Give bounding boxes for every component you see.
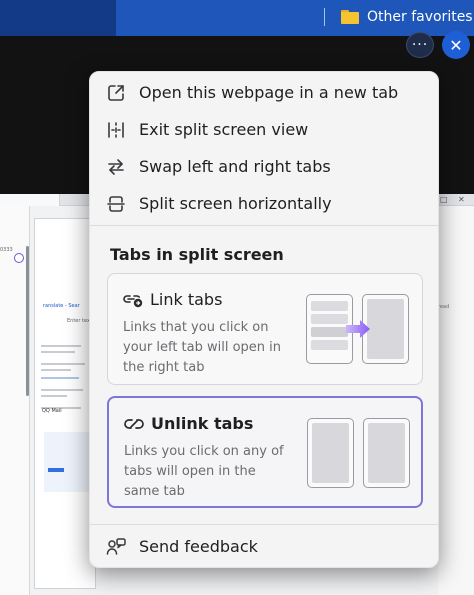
window-close-icon: ✕ <box>458 195 465 204</box>
menu-item-label: Open this webpage in a new tab <box>139 83 399 102</box>
background-mail-label: QQ Mail <box>42 408 62 414</box>
unlink-tabs-title: Unlink tabs <box>151 414 254 433</box>
exit-split-screen-icon <box>106 120 126 140</box>
close-icon: ✕ <box>449 35 463 55</box>
link-tabs-icon <box>122 291 144 309</box>
link-tabs-title: Link tabs <box>150 290 223 309</box>
favorites-separator <box>324 8 325 26</box>
menu-item-label: Swap left and right tabs <box>139 157 331 176</box>
background-mail-panel <box>44 432 90 492</box>
more-icon: ··· <box>411 37 429 53</box>
background-mail-button <box>48 468 64 472</box>
other-favorites-label: Other favorites <box>367 9 473 25</box>
background-text-line <box>41 351 75 353</box>
open-in-new-tab-icon <box>106 83 126 103</box>
background-number: 0333 <box>0 247 13 253</box>
unlink-tabs-title-row: Unlink tabs <box>123 414 253 433</box>
more-options-button[interactable]: ··· <box>406 32 434 58</box>
split-screen-menu: Open this webpage in a new tab Exit spli… <box>89 71 439 568</box>
unlink-tabs-option[interactable]: Unlink tabs Links you click on any of ta… <box>107 396 423 508</box>
split-screen-section-heading: Tabs in split screen <box>110 245 284 264</box>
background-enter-text: Enter tex <box>67 318 90 324</box>
background-search-snippet: ranslate - Sear <box>43 303 80 309</box>
background-text-line <box>41 369 71 371</box>
link-arrow-icon <box>346 320 370 338</box>
background-text-line <box>41 363 85 365</box>
split-horizontal-icon <box>106 194 126 214</box>
swap-arrows-icon <box>106 157 126 177</box>
menu-divider <box>90 524 438 525</box>
background-left-strip: 0333 <box>0 206 30 595</box>
background-right-snippet: read <box>438 304 450 310</box>
background-right-strip: read <box>438 206 474 595</box>
menu-item-label: Send feedback <box>139 537 258 556</box>
background-text-line <box>41 345 81 347</box>
background-text-line <box>41 377 79 379</box>
unlink-tabs-description: Links you click on any of tabs will open… <box>124 444 284 499</box>
illustration-right-panel <box>363 418 410 488</box>
background-scrollbar <box>26 246 29 396</box>
menu-item-swap-tabs[interactable]: Swap left and right tabs <box>90 148 438 185</box>
menu-item-exit-split-screen[interactable]: Exit split screen view <box>90 111 438 148</box>
menu-divider <box>90 225 438 226</box>
feedback-icon <box>106 537 126 557</box>
menu-item-split-horizontally[interactable]: Split screen horizontally <box>90 185 438 222</box>
link-tabs-title-row: Link tabs <box>122 290 222 309</box>
unlink-tabs-illustration <box>307 418 411 490</box>
link-tabs-illustration <box>306 294 410 366</box>
illustration-left-panel <box>307 418 354 488</box>
close-split-screen-button[interactable]: ✕ <box>442 31 470 59</box>
background-tab <box>0 194 60 206</box>
background-text-line <box>41 389 83 391</box>
maximize-icon: □ <box>440 195 448 204</box>
background-left-pane: ranslate - Sear Enter tex <box>34 218 96 589</box>
link-tabs-option[interactable]: Link tabs Links that you click on your l… <box>107 273 423 385</box>
menu-item-label: Exit split screen view <box>139 120 309 139</box>
menu-item-open-in-new-tab[interactable]: Open this webpage in a new tab <box>90 74 438 111</box>
favorites-bar-left-region <box>0 0 116 36</box>
background-profile-badge <box>14 253 24 263</box>
unlink-tabs-icon <box>123 415 145 433</box>
favorites-bar: Other favorites <box>0 0 474 36</box>
menu-item-label: Split screen horizontally <box>139 194 332 213</box>
menu-item-send-feedback[interactable]: Send feedback <box>90 528 438 565</box>
folder-icon <box>341 10 359 24</box>
link-tabs-description: Links that you click on your left tab wi… <box>123 320 282 375</box>
other-favorites-button[interactable]: Other favorites <box>341 6 473 28</box>
background-text-line <box>41 395 67 397</box>
